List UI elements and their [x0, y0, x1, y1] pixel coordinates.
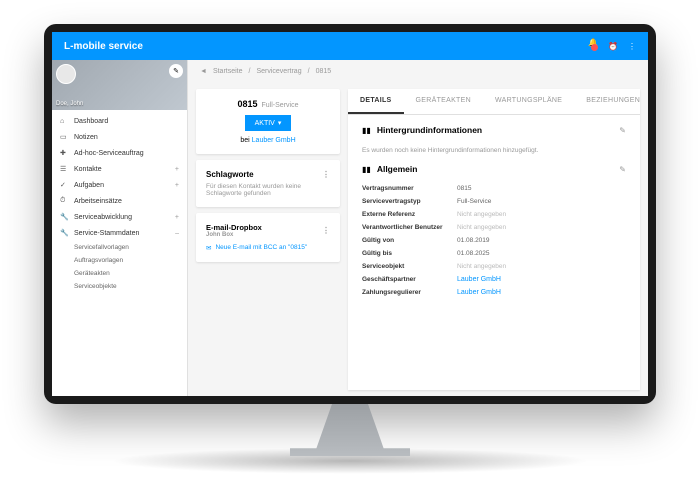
kv-label: Servicevertragstyp: [362, 198, 457, 205]
nav-aufgaben[interactable]: ✓Aufgaben+: [52, 177, 187, 193]
kv-row: ServiceobjektNicht angegeben: [362, 260, 626, 273]
tags-card: Schlagworte ⋮ Für diesen Kontakt wurden k…: [196, 160, 340, 207]
nav-serviceabwicklung[interactable]: 🔧Serviceabwicklung+: [52, 209, 187, 225]
nav-kontakte[interactable]: ☰Kontakte+: [52, 161, 187, 177]
kv-row: Gültig von01.08.2019: [362, 234, 626, 247]
dropbox-sub: John Box: [206, 232, 262, 238]
edit-profile-icon[interactable]: ✎: [169, 64, 183, 78]
more-icon[interactable]: ⋮: [322, 170, 330, 179]
kv-value: 0815: [457, 185, 471, 192]
contract-card: 0815Full-Service AKTIV ▾ bei Lauber GmbH: [196, 89, 340, 154]
breadcrumb-back-icon[interactable]: ◄: [200, 68, 207, 75]
more-icon[interactable]: ⋮: [322, 226, 330, 235]
company-link[interactable]: Lauber GmbH: [252, 137, 296, 144]
nav-notizen[interactable]: ▭Notizen: [52, 129, 187, 145]
kv-value: Full-Service: [457, 198, 491, 205]
home-icon: ⌂: [60, 118, 68, 125]
clock-icon: ⏱: [60, 197, 68, 205]
kv-label: Externe Referenz: [362, 211, 457, 218]
kv-label: Gültig bis: [362, 250, 457, 257]
kv-row: ServicevertragstypFull-Service: [362, 195, 626, 208]
new-email-link[interactable]: ✉Neue E-mail mit BCC an "0815": [206, 244, 330, 252]
nav-dashboard[interactable]: ⌂Dashboard: [52, 114, 187, 129]
kv-value[interactable]: Lauber GmbH: [457, 276, 501, 283]
nav-sub-geraeteakten[interactable]: Geräteakten: [52, 267, 187, 280]
kv-value: Nicht angegeben: [457, 224, 506, 231]
dropbox-card: E-mail-DropboxJohn Box ⋮ ✉Neue E-mail mit…: [196, 213, 340, 262]
kv-label: Zahlungsregulierer: [362, 289, 457, 296]
menu-icon[interactable]: ⋮: [628, 42, 636, 51]
app-screen: L-mobile service 🔔 ⏰ ⋮ Doe, John ✎ ⌂Dash…: [52, 32, 648, 396]
profile-card[interactable]: Doe, John ✎: [52, 60, 187, 110]
tasks-icon: ✓: [60, 181, 68, 189]
alarm-icon[interactable]: ⏰: [608, 42, 618, 51]
edit-icon[interactable]: ✎: [619, 126, 626, 135]
kv-value: Nicht angegeben: [457, 263, 506, 270]
tags-empty: Für diesen Kontakt wurden keine Schlagwo…: [206, 183, 330, 197]
kv-row: Externe ReferenzNicht angegeben: [362, 208, 626, 221]
dropbox-title: E-mail-Dropbox: [206, 223, 262, 232]
kv-label: Verantwortlicher Benutzer: [362, 224, 457, 231]
nav-sub-auftragsvorlagen[interactable]: Auftragsvorlagen: [52, 254, 187, 267]
plus-icon: ✚: [60, 149, 68, 157]
edit-icon[interactable]: ✎: [619, 165, 626, 174]
topbar: L-mobile service 🔔 ⏰ ⋮: [52, 32, 648, 60]
nav-adhoc[interactable]: ✚Ad-hoc-Serviceauftrag: [52, 145, 187, 161]
detail-panel: DETAILS GERÄTEAKTEN WARTUNGSPLÄNE BEZIEH…: [348, 89, 640, 390]
sidebar: Doe, John ✎ ⌂Dashboard ▭Notizen ✚Ad-hoc-…: [52, 60, 188, 396]
nav-stammdaten[interactable]: 🔧Service-Stammdaten–: [52, 225, 187, 241]
contract-type: Full-Service: [262, 102, 299, 109]
notification-badge: [591, 44, 598, 51]
kv-label: Serviceobjekt: [362, 263, 457, 270]
wrench-icon: 🔧: [60, 213, 68, 221]
breadcrumb-home[interactable]: Startseite: [213, 68, 243, 75]
note-icon: ▭: [60, 133, 68, 141]
nav-sub-serviceobjekte[interactable]: Serviceobjekte: [52, 280, 187, 293]
breadcrumb: ◄ Startseite/ Servicevertrag/ 0815: [188, 60, 648, 83]
general-title: Allgemein: [377, 164, 418, 174]
kv-label: Vertragsnummer: [362, 185, 457, 192]
kv-label: Geschäftspartner: [362, 276, 457, 283]
tabs: DETAILS GERÄTEAKTEN WARTUNGSPLÄNE BEZIEH…: [348, 89, 640, 115]
monitor-frame: L-mobile service 🔔 ⏰ ⋮ Doe, John ✎ ⌂Dash…: [44, 24, 656, 404]
tab-geraeteakten[interactable]: GERÄTEAKTEN: [404, 89, 483, 114]
profile-name: Doe, John: [56, 101, 83, 107]
app-title: L-mobile service: [64, 41, 143, 52]
kv-label: Gültig von: [362, 237, 457, 244]
chart-icon: ▮▮: [362, 165, 371, 174]
chart-icon: ▮▮: [362, 126, 371, 135]
breadcrumb-section[interactable]: Servicevertrag: [256, 68, 301, 75]
notification-icon[interactable]: 🔔: [588, 38, 598, 54]
expand-icon[interactable]: +: [175, 166, 179, 173]
kv-row: Verantwortlicher BenutzerNicht angegeben: [362, 221, 626, 234]
nav-sub-servicefallvorlagen[interactable]: Servicefallvorlagen: [52, 241, 187, 254]
kv-row: Vertragsnummer0815: [362, 182, 626, 195]
kv-value: Nicht angegeben: [457, 211, 506, 218]
kv-value: 01.08.2025: [457, 250, 490, 257]
contract-id: 0815: [238, 99, 258, 109]
wrench-icon: 🔧: [60, 229, 68, 237]
kv-row: Gültig bis01.08.2025: [362, 247, 626, 260]
breadcrumb-current: 0815: [316, 68, 332, 75]
kv-value: 01.08.2019: [457, 237, 490, 244]
kv-row: ZahlungsreguliererLauber GmbH: [362, 286, 626, 299]
kv-row: GeschäftspartnerLauber GmbH: [362, 273, 626, 286]
expand-icon[interactable]: +: [175, 182, 179, 189]
tab-wartungsplaene[interactable]: WARTUNGSPLÄNE: [483, 89, 574, 114]
tab-beziehungen[interactable]: BEZIEHUNGEN: [574, 89, 640, 114]
mail-icon: ✉: [206, 244, 211, 252]
bg-title: Hintergrundinformationen: [377, 125, 482, 135]
kv-value[interactable]: Lauber GmbH: [457, 289, 501, 296]
tags-title: Schlagworte: [206, 170, 254, 179]
nav: ⌂Dashboard ▭Notizen ✚Ad-hoc-Serviceauftr…: [52, 110, 187, 297]
bg-empty: Es wurden noch keine Hintergrundinformat…: [362, 143, 626, 164]
contacts-icon: ☰: [60, 165, 68, 173]
nav-arbeit[interactable]: ⏱Arbeitseinsätze: [52, 193, 187, 209]
monitor-stand: [290, 404, 410, 456]
avatar: [56, 64, 76, 84]
status-button[interactable]: AKTIV ▾: [245, 115, 292, 131]
collapse-icon[interactable]: –: [175, 230, 179, 237]
expand-icon[interactable]: +: [175, 214, 179, 221]
tab-details[interactable]: DETAILS: [348, 89, 404, 114]
